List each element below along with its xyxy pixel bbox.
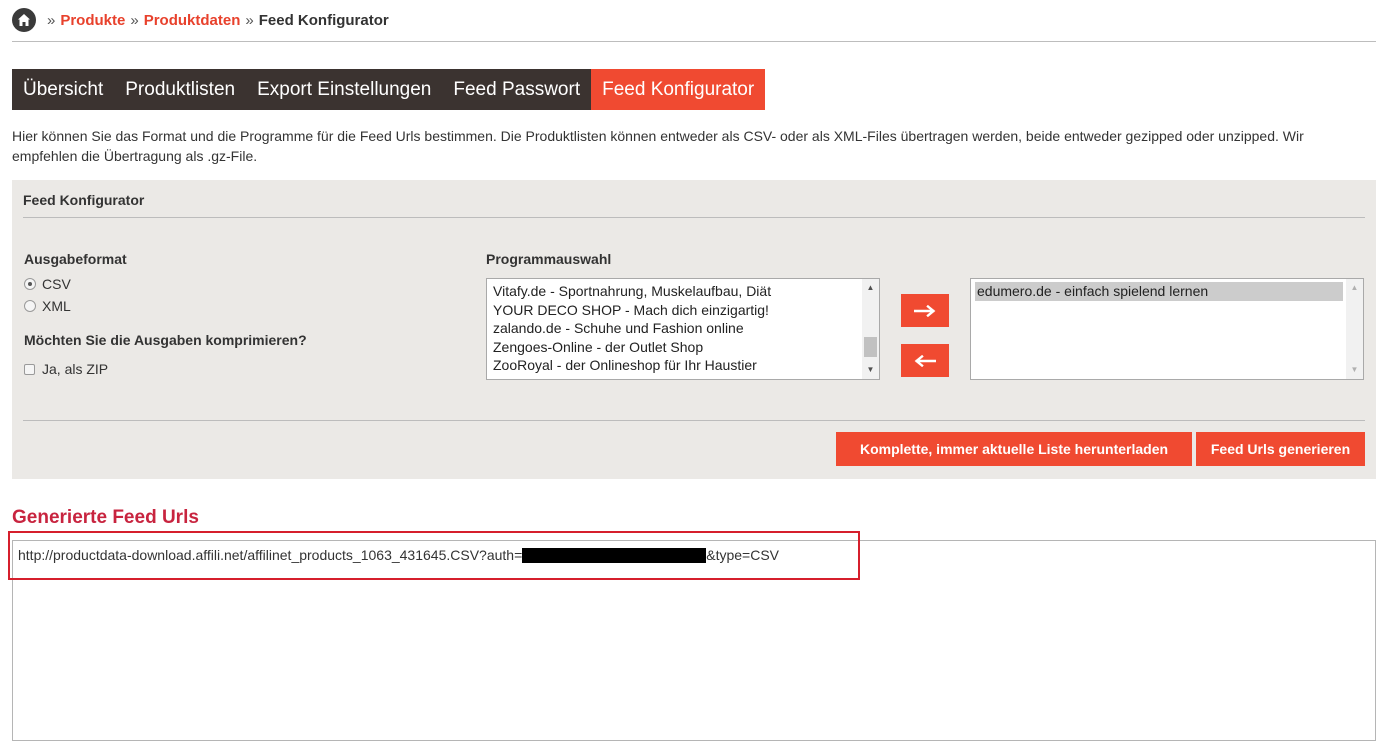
zip-option[interactable]: Ja, als ZIP [24, 361, 108, 377]
breadcrumb-separator: » [130, 11, 139, 29]
program-option[interactable]: ZooRoyal - der Onlineshop für Ihr Hausti… [493, 356, 859, 375]
feed-konfigurator-panel: Feed Konfigurator Ausgabeformat CSV XML … [12, 180, 1376, 479]
program-option[interactable]: YOUR DECO SHOP - Mach dich einzigartig! [493, 301, 859, 320]
breadcrumb: » Produkte » Produktdaten » Feed Konfigu… [12, 8, 389, 32]
program-option[interactable]: zalando.de - Schuhe und Fashion online [493, 319, 859, 338]
tab-uebersicht[interactable]: Übersicht [12, 69, 115, 110]
panel-divider [23, 217, 1365, 218]
zip-checkbox-label: Ja, als ZIP [42, 361, 109, 377]
radio-csv-label: CSV [42, 276, 71, 292]
tab-bar: Übersicht Produktlisten Export Einstellu… [12, 69, 766, 110]
panel-title: Feed Konfigurator [23, 192, 145, 208]
radio-csv[interactable] [24, 278, 36, 290]
intro-text: Hier können Sie das Format und die Progr… [12, 128, 1304, 164]
add-program-button[interactable] [901, 294, 949, 327]
arrow-right-icon [914, 304, 936, 317]
breadcrumb-divider [12, 41, 1376, 42]
panel-divider-bottom [23, 420, 1365, 421]
radio-option-xml[interactable]: XML [24, 298, 71, 314]
radio-option-csv[interactable]: CSV [24, 276, 71, 292]
breadcrumb-separator: » [47, 11, 56, 29]
highlight-box [8, 531, 860, 580]
scroll-up-icon[interactable]: ▲ [1346, 281, 1363, 295]
generated-urls-title: Generierte Feed Urls [12, 507, 199, 528]
available-list-scrollbar[interactable]: ▲ ▼ [862, 279, 879, 379]
scroll-up-icon[interactable]: ▲ [862, 281, 879, 295]
tab-feed-passwort[interactable]: Feed Passwort [442, 69, 592, 110]
tab-feed-konfigurator[interactable]: Feed Konfigurator [591, 69, 766, 110]
scroll-down-icon[interactable]: ▼ [1346, 363, 1363, 377]
output-format-label: Ausgabeformat [24, 251, 127, 267]
tab-export-einstellungen[interactable]: Export Einstellungen [246, 69, 443, 110]
selected-program-option[interactable]: edumero.de - einfach spielend lernen [975, 282, 1343, 301]
breadcrumb-separator: » [245, 11, 254, 29]
remove-program-button[interactable] [901, 344, 949, 377]
radio-xml-label: XML [42, 298, 71, 314]
compress-question: Möchten Sie die Ausgaben komprimieren? [24, 332, 307, 348]
available-programs-list[interactable]: Vitafy.de - Sportnahrung, Muskelaufbau, … [486, 278, 880, 380]
program-option[interactable]: Zengoes-Online - der Outlet Shop [493, 338, 859, 357]
home-icon[interactable] [12, 8, 36, 32]
selected-programs-list[interactable]: edumero.de - einfach spielend lernen ▲ ▼ [970, 278, 1364, 380]
program-selection-label: Programmauswahl [486, 251, 612, 267]
scroll-down-icon[interactable]: ▼ [862, 363, 879, 377]
download-list-button[interactable]: Komplette, immer aktuelle Liste herunter… [836, 432, 1192, 466]
arrow-left-icon [914, 354, 936, 367]
scroll-thumb[interactable] [864, 337, 877, 357]
program-option[interactable]: Vitafy.de - Sportnahrung, Muskelaufbau, … [493, 282, 859, 301]
selected-list-scrollbar[interactable]: ▲ ▼ [1346, 279, 1363, 379]
breadcrumb-link-produkte[interactable]: Produkte [60, 12, 125, 29]
generate-feed-urls-button[interactable]: Feed Urls generieren [1196, 432, 1365, 466]
breadcrumb-link-produktdaten[interactable]: Produktdaten [144, 12, 241, 29]
zip-checkbox[interactable] [24, 363, 35, 375]
tab-produktlisten[interactable]: Produktlisten [114, 69, 247, 110]
radio-xml[interactable] [24, 300, 36, 312]
breadcrumb-current: Feed Konfigurator [258, 11, 389, 29]
